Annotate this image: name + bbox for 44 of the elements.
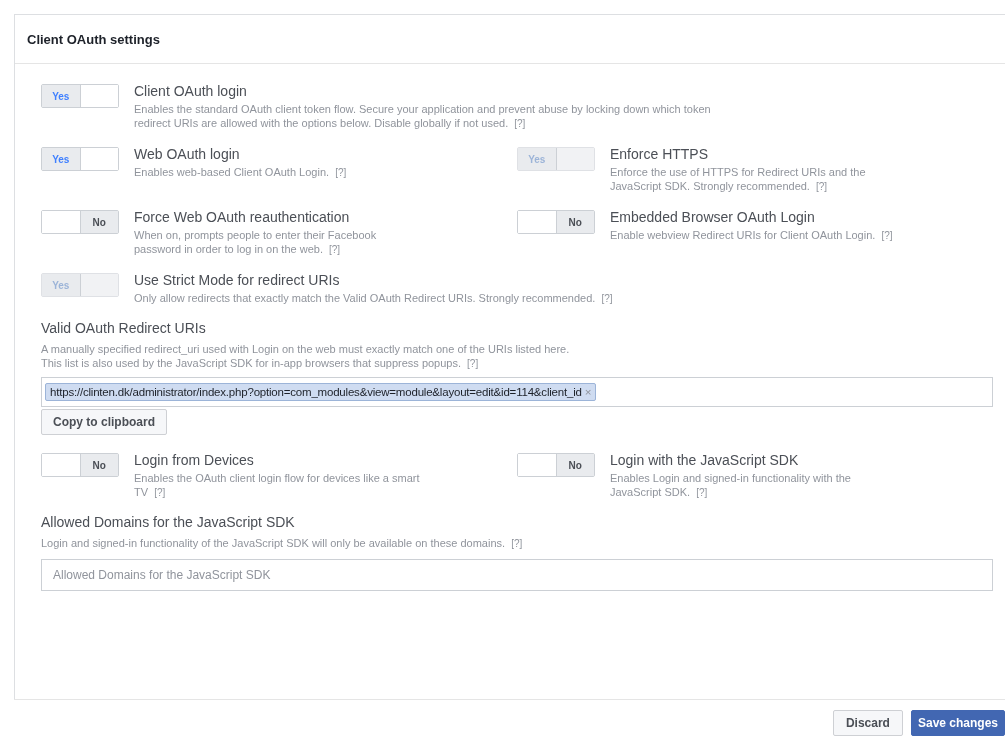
domains-input-field[interactable]: Allowed Domains for the JavaScript SDK xyxy=(41,559,993,591)
help-link[interactable]: [?] xyxy=(329,244,341,255)
field-label: Valid OAuth Redirect URIs xyxy=(41,320,207,336)
setting-title: Login with the JavaScript SDK xyxy=(610,451,800,469)
setting-description: Only allow redirects that exactly match the Valid OAuth Redirect URIs. Strongly recommended. [?] xyxy=(134,291,613,306)
setting-title: Use Strict Mode for redirect URIs xyxy=(134,271,341,289)
setting-title: Login from Devices xyxy=(134,451,255,469)
setting-title: Force Web OAuth reauthentication xyxy=(134,208,351,226)
field-description: Login and signed-in functionality of the JavaScript SDK will only be available on these domains. [?] xyxy=(41,536,524,551)
field-label: Allowed Domains for the JavaScript SDK xyxy=(41,514,296,530)
toggle-switch[interactable]: Yes xyxy=(41,84,119,108)
setting-description: Enables Login and signed-in functionality with the JavaScript SDK. [?] xyxy=(610,471,852,500)
discard-button[interactable]: Discard xyxy=(832,710,903,736)
help-link[interactable]: [?] xyxy=(335,167,347,178)
panel-title: Client OAuth settings xyxy=(27,31,160,47)
help-link[interactable]: [?] xyxy=(511,538,523,549)
help-link[interactable]: [?] xyxy=(154,487,166,498)
setting-title: Embedded Browser OAuth Login xyxy=(610,208,816,226)
uri-input-field[interactable]: https://clinten.dk/administrator/index.php?option=com_modules&view=module&layout=edit&id=114&client_id × xyxy=(41,377,993,407)
uri-tag: https://clinten.dk/administrator/index.php?option=com_modules&view=module&layout=edit&id=114&client_id × xyxy=(45,383,597,401)
toggle-switch[interactable]: No xyxy=(41,210,119,234)
setting-description: Enables the OAuth client login flow for devices like a smart TV [?] xyxy=(134,471,421,500)
toggle-switch[interactable]: No xyxy=(517,210,595,234)
setting-title: Web OAuth login xyxy=(134,145,241,163)
toggle-switch[interactable]: Yes xyxy=(41,147,119,171)
copy-button[interactable]: Copy to clipboard xyxy=(41,409,167,435)
help-link[interactable]: [?] xyxy=(696,487,708,498)
setting-description: Enables web-based Client OAuth Login. [?] xyxy=(134,165,347,180)
remove-icon[interactable]: × xyxy=(584,386,592,398)
help-link[interactable]: [?] xyxy=(467,358,479,369)
setting-title: Client OAuth login xyxy=(134,82,248,100)
toggle-switch[interactable]: No xyxy=(517,453,595,477)
setting-description: Enables the standard OAuth client token flow. Secure your application and prevent abuse by locking down which token redirect URIs are allowed with the options below. Disable globally if not used. [?] xyxy=(134,102,712,131)
help-link[interactable]: [?] xyxy=(514,118,526,129)
help-link[interactable]: [?] xyxy=(601,293,613,304)
setting-description: When on, prompts people to enter their Facebook password in order to log in on the web. [?] xyxy=(134,228,378,257)
save-button[interactable]: Save changes xyxy=(910,710,1005,736)
field-description: A manually specified redirect_uri used with Login on the web must exactly match one of the URIs listed here. This list is also used by the JavaScript SDK for in-app browsers that suppress popups. [?] xyxy=(41,342,571,371)
toggle-switch[interactable]: No xyxy=(41,453,119,477)
setting-title: Enforce HTTPS xyxy=(610,145,710,163)
help-link[interactable]: [?] xyxy=(816,181,828,192)
setting-description: Enable webview Redirect URIs for Client OAuth Login. [?] xyxy=(610,228,893,243)
setting-description: Enforce the use of HTTPS for Redirect URIs and the JavaScript SDK. Strongly recommended. [?] xyxy=(610,165,867,194)
help-link[interactable]: [?] xyxy=(881,230,893,241)
